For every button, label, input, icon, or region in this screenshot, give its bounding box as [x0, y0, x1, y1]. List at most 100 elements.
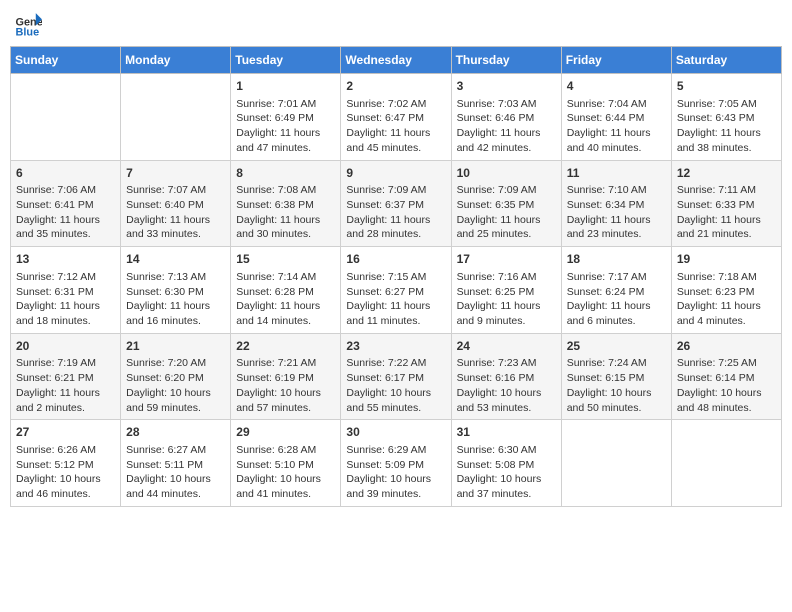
weekday-header: Tuesday — [231, 47, 341, 74]
calendar-cell: 26Sunrise: 7:25 AM Sunset: 6:14 PM Dayli… — [671, 333, 781, 420]
day-number: 30 — [346, 424, 445, 441]
calendar-cell: 11Sunrise: 7:10 AM Sunset: 6:34 PM Dayli… — [561, 160, 671, 247]
calendar-cell: 4Sunrise: 7:04 AM Sunset: 6:44 PM Daylig… — [561, 74, 671, 161]
day-info: Sunrise: 7:25 AM Sunset: 6:14 PM Dayligh… — [677, 356, 776, 415]
day-number: 24 — [457, 338, 556, 355]
day-info: Sunrise: 6:28 AM Sunset: 5:10 PM Dayligh… — [236, 443, 335, 502]
day-number: 16 — [346, 251, 445, 268]
day-number: 12 — [677, 165, 776, 182]
calendar-week-row: 20Sunrise: 7:19 AM Sunset: 6:21 PM Dayli… — [11, 333, 782, 420]
day-info: Sunrise: 7:03 AM Sunset: 6:46 PM Dayligh… — [457, 97, 556, 156]
calendar-cell: 25Sunrise: 7:24 AM Sunset: 6:15 PM Dayli… — [561, 333, 671, 420]
page-header: General Blue — [10, 10, 782, 38]
day-number: 29 — [236, 424, 335, 441]
calendar-week-row: 13Sunrise: 7:12 AM Sunset: 6:31 PM Dayli… — [11, 247, 782, 334]
svg-text:Blue: Blue — [16, 27, 40, 38]
calendar-cell: 16 Sunrise: 7:15 AM Sunset: 6:27 PM Dayli… — [341, 247, 451, 334]
day-number: 19 — [677, 251, 776, 268]
day-info: Sunrise: 7:16 AM Sunset: 6:25 PM Dayligh… — [457, 270, 556, 329]
day-info: Sunrise: 7:11 AM Sunset: 6:33 PM Dayligh… — [677, 183, 776, 242]
day-number: 25 — [567, 338, 666, 355]
calendar-cell: 17 Sunrise: 7:16 AM Sunset: 6:25 PM Dayli… — [451, 247, 561, 334]
day-number: 8 — [236, 165, 335, 182]
calendar-week-row: 6Sunrise: 7:06 AM Sunset: 6:41 PM Daylig… — [11, 160, 782, 247]
day-info: Sunrise: 7:10 AM Sunset: 6:34 PM Dayligh… — [567, 183, 666, 242]
calendar-cell: 2 Sunrise: 7:02 AM Sunset: 6:47 PM Daylig… — [341, 74, 451, 161]
calendar-cell: 29 Sunrise: 6:28 AM Sunset: 5:10 PM Dayli… — [231, 420, 341, 507]
day-info: Sunrise: 7:01 AM Sunset: 6:49 PM Dayligh… — [236, 97, 335, 156]
weekday-header: Monday — [121, 47, 231, 74]
day-info: Sunrise: 7:06 AM Sunset: 6:41 PM Dayligh… — [16, 183, 115, 242]
calendar-cell: 12Sunrise: 7:11 AM Sunset: 6:33 PM Dayli… — [671, 160, 781, 247]
day-info: Sunrise: 7:09 AM Sunset: 6:37 PM Dayligh… — [346, 183, 445, 242]
day-info: Sunrise: 7:09 AM Sunset: 6:35 PM Dayligh… — [457, 183, 556, 242]
calendar-cell — [671, 420, 781, 507]
calendar-cell: 14Sunrise: 7:13 AM Sunset: 6:30 PM Dayli… — [121, 247, 231, 334]
day-info: Sunrise: 7:12 AM Sunset: 6:31 PM Dayligh… — [16, 270, 115, 329]
logo: General Blue — [14, 10, 48, 38]
day-number: 6 — [16, 165, 115, 182]
day-number: 2 — [346, 78, 445, 95]
day-number: 10 — [457, 165, 556, 182]
day-info: Sunrise: 6:29 AM Sunset: 5:09 PM Dayligh… — [346, 443, 445, 502]
day-number: 1 — [236, 78, 335, 95]
calendar-header: SundayMondayTuesdayWednesdayThursdayFrid… — [11, 47, 782, 74]
calendar-cell: 15Sunrise: 7:14 AM Sunset: 6:28 PM Dayli… — [231, 247, 341, 334]
day-info: Sunrise: 7:02 AM Sunset: 6:47 PM Dayligh… — [346, 97, 445, 156]
day-number: 9 — [346, 165, 445, 182]
day-info: Sunrise: 7:23 AM Sunset: 6:16 PM Dayligh… — [457, 356, 556, 415]
calendar-cell: 24Sunrise: 7:23 AM Sunset: 6:16 PM Dayli… — [451, 333, 561, 420]
day-info: Sunrise: 7:21 AM Sunset: 6:19 PM Dayligh… — [236, 356, 335, 415]
day-info: Sunrise: 7:08 AM Sunset: 6:38 PM Dayligh… — [236, 183, 335, 242]
logo-icon: General Blue — [14, 10, 42, 38]
day-number: 3 — [457, 78, 556, 95]
calendar-table: SundayMondayTuesdayWednesdayThursdayFrid… — [10, 46, 782, 507]
weekday-header: Friday — [561, 47, 671, 74]
calendar-cell: 22Sunrise: 7:21 AM Sunset: 6:19 PM Dayli… — [231, 333, 341, 420]
day-info: Sunrise: 6:27 AM Sunset: 5:11 PM Dayligh… — [126, 443, 225, 502]
calendar-cell: 13Sunrise: 7:12 AM Sunset: 6:31 PM Dayli… — [11, 247, 121, 334]
calendar-cell: 7Sunrise: 7:07 AM Sunset: 6:40 PM Daylig… — [121, 160, 231, 247]
day-info: Sunrise: 6:30 AM Sunset: 5:08 PM Dayligh… — [457, 443, 556, 502]
day-info: Sunrise: 7:07 AM Sunset: 6:40 PM Dayligh… — [126, 183, 225, 242]
day-number: 5 — [677, 78, 776, 95]
day-info: Sunrise: 7:17 AM Sunset: 6:24 PM Dayligh… — [567, 270, 666, 329]
day-info: Sunrise: 7:15 AM Sunset: 6:27 PM Dayligh… — [346, 270, 445, 329]
calendar-cell — [11, 74, 121, 161]
weekday-header: Wednesday — [341, 47, 451, 74]
calendar-cell: 30 Sunrise: 6:29 AM Sunset: 5:09 PM Dayli… — [341, 420, 451, 507]
day-number: 31 — [457, 424, 556, 441]
day-number: 27 — [16, 424, 115, 441]
day-number: 14 — [126, 251, 225, 268]
day-number: 15 — [236, 251, 335, 268]
calendar-cell: 8Sunrise: 7:08 AM Sunset: 6:38 PM Daylig… — [231, 160, 341, 247]
calendar-cell: 19 Sunrise: 7:18 AM Sunset: 6:23 PM Dayli… — [671, 247, 781, 334]
calendar-week-row: 1 Sunrise: 7:01 AM Sunset: 6:49 PM Daylig… — [11, 74, 782, 161]
weekday-header: Thursday — [451, 47, 561, 74]
calendar-cell: 9Sunrise: 7:09 AM Sunset: 6:37 PM Daylig… — [341, 160, 451, 247]
calendar-cell: 5Sunrise: 7:05 AM Sunset: 6:43 PM Daylig… — [671, 74, 781, 161]
day-number: 18 — [567, 251, 666, 268]
day-number: 28 — [126, 424, 225, 441]
day-number: 22 — [236, 338, 335, 355]
day-info: Sunrise: 7:18 AM Sunset: 6:23 PM Dayligh… — [677, 270, 776, 329]
weekday-header: Saturday — [671, 47, 781, 74]
calendar-cell — [121, 74, 231, 161]
day-info: Sunrise: 7:20 AM Sunset: 6:20 PM Dayligh… — [126, 356, 225, 415]
day-number: 26 — [677, 338, 776, 355]
calendar-cell: 6Sunrise: 7:06 AM Sunset: 6:41 PM Daylig… — [11, 160, 121, 247]
day-number: 4 — [567, 78, 666, 95]
calendar-cell: 18 Sunrise: 7:17 AM Sunset: 6:24 PM Dayli… — [561, 247, 671, 334]
day-number: 21 — [126, 338, 225, 355]
calendar-cell — [561, 420, 671, 507]
calendar-cell: 20Sunrise: 7:19 AM Sunset: 6:21 PM Dayli… — [11, 333, 121, 420]
calendar-cell: 1 Sunrise: 7:01 AM Sunset: 6:49 PM Daylig… — [231, 74, 341, 161]
day-info: Sunrise: 7:19 AM Sunset: 6:21 PM Dayligh… — [16, 356, 115, 415]
weekday-header: Sunday — [11, 47, 121, 74]
day-info: Sunrise: 6:26 AM Sunset: 5:12 PM Dayligh… — [16, 443, 115, 502]
day-number: 20 — [16, 338, 115, 355]
day-number: 17 — [457, 251, 556, 268]
calendar-week-row: 27 Sunrise: 6:26 AM Sunset: 5:12 PM Dayli… — [11, 420, 782, 507]
day-info: Sunrise: 7:24 AM Sunset: 6:15 PM Dayligh… — [567, 356, 666, 415]
calendar-cell: 31 Sunrise: 6:30 AM Sunset: 5:08 PM Dayli… — [451, 420, 561, 507]
